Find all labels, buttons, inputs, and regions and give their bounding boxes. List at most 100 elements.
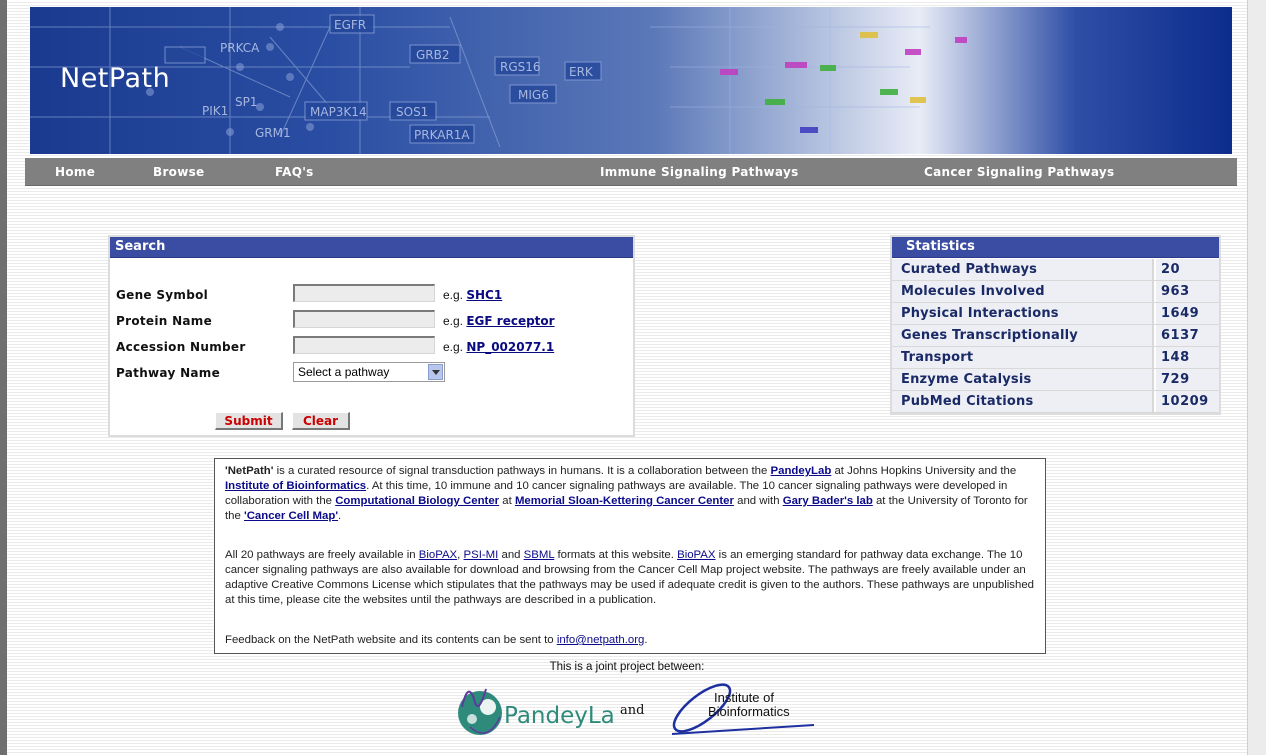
banner-label: ERK [569, 65, 594, 79]
stat-row: Enzyme Catalysis 729 [892, 369, 1219, 391]
and-text: and [620, 703, 645, 718]
banner-label: RGS16 [500, 60, 541, 74]
joint-project-text: This is a joint project between: [549, 661, 705, 673]
stat-label: Physical Interactions [892, 303, 1154, 324]
stat-row: PubMed Citations 10209 [892, 391, 1219, 413]
biopax-standard-link[interactable]: BioPAX [677, 549, 715, 561]
pandeylab-link[interactable]: PandeyLab [771, 465, 832, 477]
search-heading: Search [110, 237, 633, 258]
nav-cancer-signaling-pathways[interactable]: Cancer Signaling Pathways [924, 165, 1114, 179]
institute-of-bioinformatics-logo[interactable]: Institute of Bioinformatics [664, 676, 815, 738]
site-title: NetPath [60, 63, 171, 94]
nav-immune-signaling-pathways[interactable]: Immune Signaling Pathways [600, 165, 799, 179]
text: at [499, 495, 515, 507]
text: All 20 pathways are freely available in [225, 549, 419, 561]
banner-label: EGFR [334, 18, 366, 32]
banner-label: MIG6 [518, 88, 549, 102]
ib-logo-line2: Bioinformatics [708, 704, 790, 719]
stat-value: 963 [1156, 281, 1219, 302]
pathway-select-value: Select a pathway [298, 365, 390, 379]
cancer-cell-map-link[interactable]: 'Cancer Cell Map' [244, 510, 338, 522]
pandeylab-logo[interactable]: PandeyLab [448, 677, 629, 741]
banner-pathway-graphic: EGFR PRKCA GRB2 RGS16 ERK MIG6 SOS1 PRKA… [30, 7, 967, 154]
text: Feedback on the NetPath website and its … [225, 634, 557, 646]
stat-row: Transport 148 [892, 347, 1219, 369]
stat-value: 729 [1156, 369, 1219, 390]
stat-value: 10209 [1156, 391, 1219, 412]
mskcc-link[interactable]: Memorial Sloan-Kettering Cancer Center [515, 495, 734, 507]
page: EGFR PRKCA GRB2 RGS16 ERK MIG6 SOS1 PRKA… [7, 0, 1247, 755]
sbml-link[interactable]: SBML [524, 549, 555, 561]
text: . [644, 634, 648, 646]
stat-label: Molecules Involved [892, 281, 1154, 302]
stat-value: 1649 [1156, 303, 1219, 324]
stat-row: Curated Pathways 20 [892, 259, 1219, 281]
pathway-select[interactable]: Select a pathway [293, 362, 445, 382]
stat-value: 6137 [1156, 325, 1219, 346]
statistics-heading: Statistics [892, 237, 1219, 258]
institute-of-bioinformatics-link[interactable]: Institute of Bioinformatics [225, 480, 366, 492]
eg-prefix: e.g. [443, 288, 464, 302]
feedback-email-link[interactable]: info@netpath.org [557, 634, 645, 646]
banner-label: PRKCA [220, 41, 260, 55]
protein-name-example: e.g. EGF receptor [443, 314, 555, 328]
text: is a curated resource of signal transduc… [273, 465, 771, 477]
gene-symbol-example: e.g. SHC1 [443, 288, 502, 302]
banner-label: MAP3K14 [310, 105, 367, 119]
ib-logo-line1: Institute of [714, 690, 774, 705]
eg-prefix: e.g. [443, 314, 464, 328]
example-link-egf-receptor[interactable]: EGF receptor [466, 314, 554, 328]
stat-value: 148 [1156, 347, 1219, 368]
stat-label: PubMed Citations [892, 391, 1154, 412]
chevron-down-icon[interactable] [428, 364, 443, 380]
banner-label: SP1 [235, 95, 258, 109]
gary-bader-lab-link[interactable]: Gary Bader's lab [783, 495, 873, 507]
main-nav: Home Browse FAQ's Immune Signaling Pathw… [25, 158, 1237, 186]
nav-faqs[interactable]: FAQ's [275, 165, 314, 179]
header-banner: EGFR PRKCA GRB2 RGS16 ERK MIG6 SOS1 PRKA… [30, 7, 1232, 154]
nav-browse[interactable]: Browse [153, 165, 204, 179]
nav-home[interactable]: Home [55, 165, 95, 179]
protein-name-label: Protein Name [116, 314, 213, 328]
banner-label: GRB2 [416, 48, 450, 62]
eg-prefix: e.g. [443, 340, 464, 354]
pandeylab-logo-text: PandeyLab [504, 703, 613, 729]
example-link-accession[interactable]: NP_002077.1 [466, 340, 554, 354]
psi-mi-link[interactable]: PSI-MI [464, 549, 499, 561]
stat-label: Enzyme Catalysis [892, 369, 1154, 390]
statistics-panel: Statistics Curated Pathways 20 Molecules… [890, 235, 1221, 415]
about-paragraph-2: All 20 pathways are freely available in … [225, 548, 1035, 608]
stat-row: Physical Interactions 1649 [892, 303, 1219, 325]
computational-biology-center-link[interactable]: Computational Biology Center [335, 495, 499, 507]
text: and [498, 549, 524, 561]
stat-label: Genes Transcriptionally Regulated [892, 325, 1154, 364]
banner-label: PIK1 [202, 104, 228, 118]
netpath-name: 'NetPath' [225, 465, 274, 477]
protein-name-input[interactable] [293, 310, 435, 328]
banner-label: GRM1 [255, 126, 291, 140]
gene-symbol-input[interactable] [293, 284, 435, 302]
stat-value: 20 [1156, 259, 1219, 280]
text: at Johns Hopkins University and the [831, 465, 1017, 477]
about-paragraph-3: Feedback on the NetPath website and its … [225, 633, 1035, 648]
text: and with [733, 495, 783, 507]
gene-symbol-label: Gene Symbol [116, 288, 209, 302]
banner-label: SOS1 [396, 105, 428, 119]
stat-label: Transport [892, 347, 1154, 368]
about-paragraph-1: 'NetPath' is a curated resource of signa… [225, 464, 1035, 524]
text: formats at this website. [554, 549, 678, 561]
biopax-link[interactable]: BioPAX [419, 549, 457, 561]
stat-row: Genes Transcriptionally Regulated 6137 [892, 325, 1219, 364]
window-edge [1247, 0, 1266, 755]
accession-number-example: e.g. NP_002077.1 [443, 340, 554, 354]
accession-number-label: Accession Number [116, 340, 246, 354]
pathway-name-label: Pathway Name [116, 366, 221, 380]
about-box: 'NetPath' is a curated resource of signa… [214, 458, 1046, 654]
text: . [338, 510, 342, 522]
submit-button[interactable]: Submit [215, 412, 283, 430]
accession-number-input[interactable] [293, 336, 435, 354]
banner-label: PRKAR1A [414, 128, 470, 142]
clear-button[interactable]: Clear [292, 412, 350, 430]
stat-label: Curated Pathways [892, 259, 1154, 280]
example-link-shc1[interactable]: SHC1 [466, 288, 502, 302]
